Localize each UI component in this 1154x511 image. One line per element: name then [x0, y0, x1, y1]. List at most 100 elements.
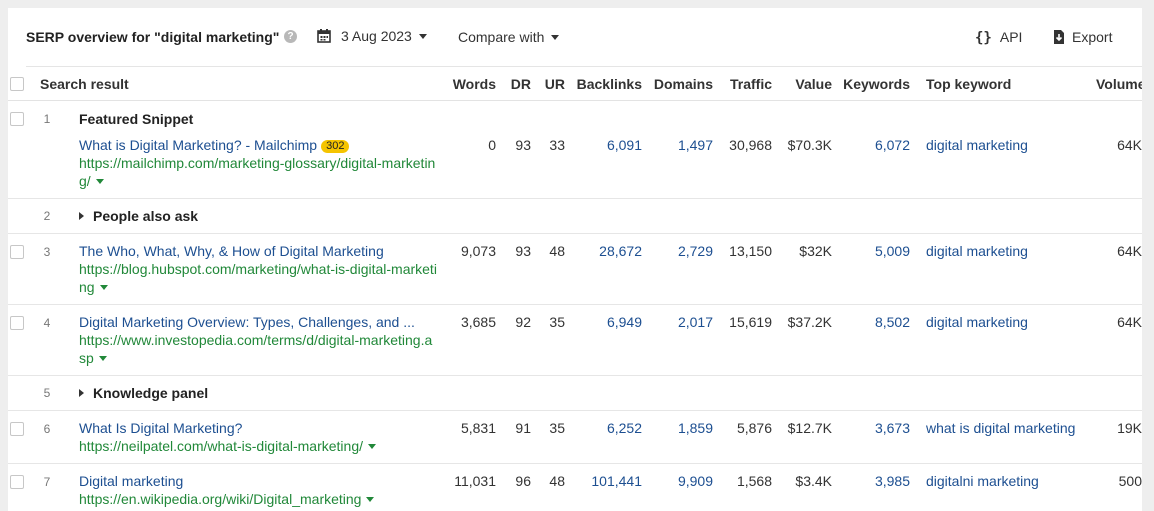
keywords-link[interactable]: 5,009	[842, 243, 910, 259]
result-title-link[interactable]: What Is Digital Marketing?	[79, 419, 444, 437]
words-value: 0	[488, 137, 496, 153]
result-title-link[interactable]: Digital Marketing Overview: Types, Chall…	[79, 313, 444, 331]
chevron-down-icon[interactable]	[95, 179, 104, 184]
traffic-value: 1,568	[736, 473, 772, 489]
chevron-down-icon[interactable]	[99, 285, 108, 290]
col-traffic[interactable]: Traffic	[718, 76, 772, 92]
date-value: 3 Aug 2023	[341, 28, 412, 44]
expand-arrow-icon	[79, 212, 84, 220]
dr-value: 96	[515, 473, 531, 489]
people-also-ask-toggle[interactable]: People also ask	[79, 208, 198, 224]
value-value: $70.3K	[787, 137, 832, 153]
row-number: 2	[43, 209, 51, 223]
col-ur[interactable]: UR	[537, 76, 565, 92]
knowledge-panel-toggle[interactable]: Knowledge panel	[79, 385, 208, 401]
domains-link[interactable]: 2,729	[648, 243, 713, 259]
backlinks-link[interactable]: 6,091	[574, 137, 642, 153]
table-row: 5 Knowledge panel	[8, 376, 1142, 411]
expand-arrow-icon	[79, 389, 84, 397]
col-backlinks[interactable]: Backlinks	[574, 76, 642, 92]
keywords-link[interactable]: 8,502	[842, 314, 910, 330]
chevron-down-icon[interactable]	[98, 356, 107, 361]
result-url-link[interactable]: https://en.wikipedia.org/wiki/Digital_ma…	[79, 491, 361, 507]
backlinks-link[interactable]: 28,672	[574, 243, 642, 259]
backlinks-link[interactable]: 6,949	[574, 314, 642, 330]
col-keywords[interactable]: Keywords	[842, 76, 910, 92]
top-keyword-link[interactable]: digital marketing	[926, 243, 1028, 259]
row-number: 1	[43, 112, 51, 126]
backlinks-link[interactable]: 101,441	[574, 473, 642, 489]
table-row: 2 People also ask	[8, 199, 1142, 234]
keywords-link[interactable]: 6,072	[842, 137, 910, 153]
braces-icon: {}	[975, 30, 992, 46]
col-volume[interactable]: Volume	[1096, 76, 1142, 92]
domains-link[interactable]: 9,909	[648, 473, 713, 489]
toolbar: SERP overview for "digital marketing" ? …	[8, 8, 1142, 66]
api-button[interactable]: {} API	[975, 29, 1022, 46]
value-value: $12.7K	[787, 420, 832, 436]
row-number: 6	[43, 422, 51, 436]
value-value: $32K	[799, 243, 832, 259]
domains-link[interactable]: 2,017	[648, 314, 713, 330]
ur-value: 35	[549, 420, 565, 436]
value-value: $3.4K	[795, 473, 832, 489]
export-button[interactable]: Export	[1053, 29, 1112, 45]
col-search-result[interactable]: Search result	[40, 76, 129, 92]
chevron-down-icon	[418, 34, 427, 39]
row-number: 7	[43, 475, 51, 489]
dr-value: 92	[515, 314, 531, 330]
words-value: 11,031	[454, 473, 496, 489]
row-number: 4	[43, 316, 51, 330]
top-keyword-link[interactable]: digital marketing	[926, 137, 1028, 153]
keywords-link[interactable]: 3,985	[842, 473, 910, 489]
result-title-link[interactable]: The Who, What, Why, & How of Digital Mar…	[79, 242, 444, 260]
traffic-value: 13,150	[729, 243, 772, 259]
value-value: $37.2K	[787, 314, 832, 330]
select-all-checkbox[interactable]	[10, 77, 24, 91]
row-checkbox[interactable]	[10, 422, 24, 436]
chevron-down-icon	[551, 35, 560, 40]
col-top-keyword[interactable]: Top keyword	[926, 76, 1011, 92]
volume-value: 64K	[1117, 243, 1142, 259]
row-checkbox[interactable]	[10, 245, 24, 259]
chevron-down-icon[interactable]	[368, 444, 377, 449]
result-title-link[interactable]: What is Digital Marketing? - Mailchimp	[79, 137, 317, 153]
result-url-link[interactable]: https://neilpatel.com/what-is-digital-ma…	[79, 438, 363, 454]
col-dr[interactable]: DR	[503, 76, 531, 92]
section-label: Knowledge panel	[93, 385, 209, 401]
words-value: 9,073	[460, 243, 496, 259]
dr-value: 93	[515, 243, 531, 259]
result-url-link[interactable]: https://blog.hubspot.com/marketing/what-…	[79, 261, 437, 295]
compare-with-dropdown[interactable]: Compare with	[458, 29, 560, 45]
domains-link[interactable]: 1,859	[648, 420, 713, 436]
domains-link[interactable]: 1,497	[648, 137, 713, 153]
row-checkbox[interactable]	[10, 112, 24, 126]
table-row: 3 The Who, What, Why, & How of Digital M…	[8, 234, 1142, 305]
search-result: What Is Digital Marketing? https://neilp…	[79, 419, 444, 455]
compare-with-label: Compare with	[458, 29, 545, 45]
help-icon[interactable]: ?	[284, 30, 297, 43]
top-keyword-link[interactable]: digital marketing	[926, 314, 1028, 330]
table-row: 7 Digital marketing https://en.wikipedia…	[8, 464, 1142, 511]
result-url-link[interactable]: https://mailchimp.com/marketing-glossary…	[79, 155, 435, 189]
ur-value: 48	[549, 473, 565, 489]
backlinks-link[interactable]: 6,252	[574, 420, 642, 436]
date-picker[interactable]: 3 Aug 2023	[317, 28, 427, 44]
words-value: 5,831	[460, 420, 496, 436]
serp-overview-panel: SERP overview for "digital marketing" ? …	[8, 8, 1142, 511]
result-title-link[interactable]: Digital marketing	[79, 472, 444, 490]
col-words[interactable]: Words	[438, 76, 496, 92]
volume-value: 64K	[1117, 137, 1142, 153]
top-keyword-link[interactable]: digitalni marketing	[926, 473, 1039, 489]
result-url-link[interactable]: https://www.investopedia.com/terms/d/dig…	[79, 332, 432, 366]
keywords-link[interactable]: 3,673	[842, 420, 910, 436]
traffic-value: 30,968	[729, 137, 772, 153]
chevron-down-icon[interactable]	[366, 497, 375, 502]
top-keyword-link[interactable]: what is digital marketing	[926, 420, 1075, 436]
col-domains[interactable]: Domains	[648, 76, 713, 92]
badge-count: 302	[321, 140, 350, 153]
volume-value: 19K	[1117, 420, 1142, 436]
row-checkbox[interactable]	[10, 316, 24, 330]
row-checkbox[interactable]	[10, 475, 24, 489]
col-value[interactable]: Value	[782, 76, 832, 92]
